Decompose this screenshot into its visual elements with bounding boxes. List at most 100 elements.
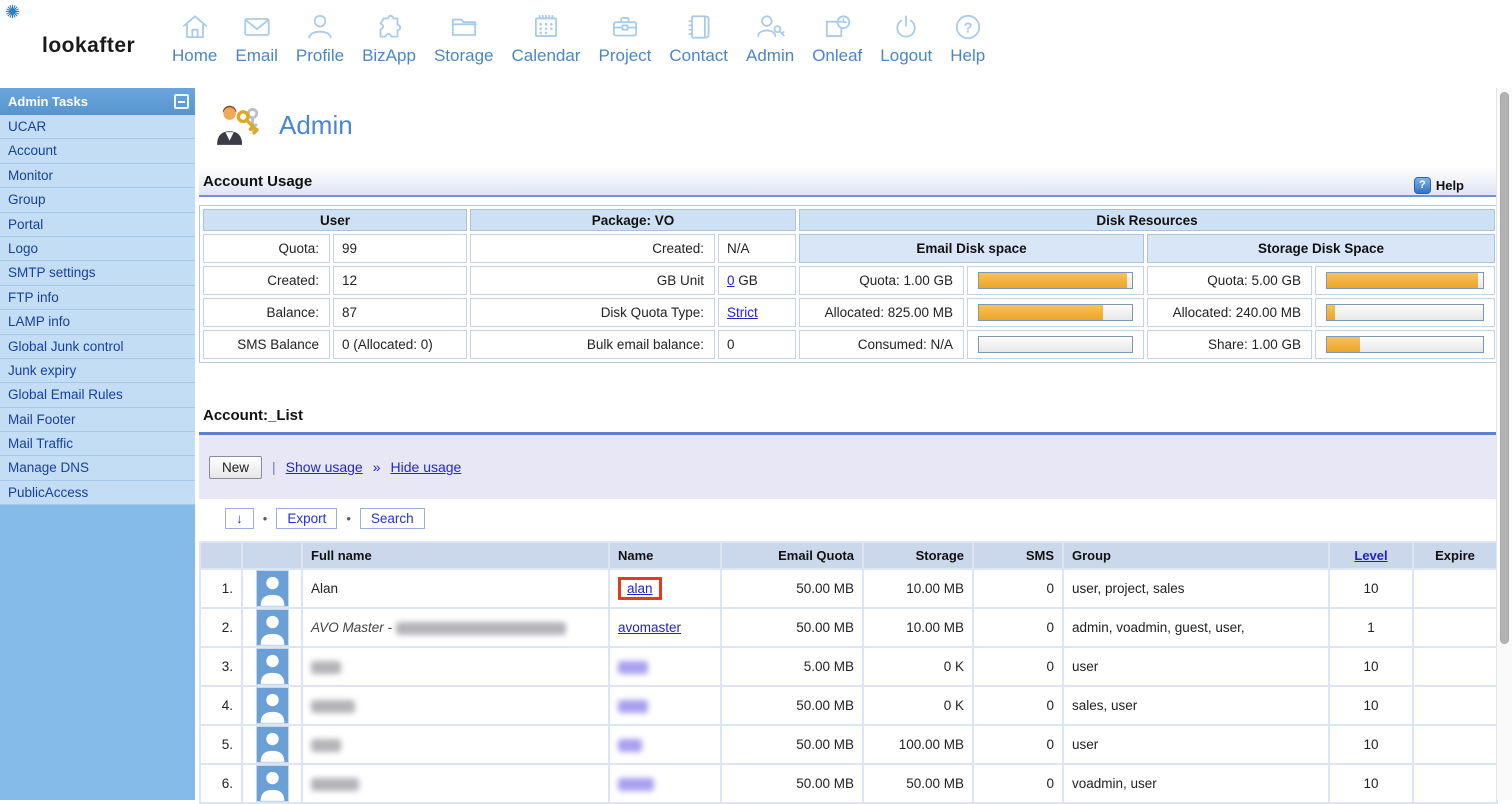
help-link[interactable]: ? Help — [1413, 172, 1464, 199]
nav-item-bizapp[interactable]: BizApp — [353, 11, 425, 66]
expire-cell — [1414, 687, 1496, 724]
account-name-link[interactable]: alan — [627, 581, 653, 596]
scrollbar-thumb[interactable] — [1500, 92, 1509, 644]
name-cell — [610, 765, 720, 802]
full-name-cell: Alan — [303, 570, 608, 607]
nav-label: Project — [598, 46, 652, 65]
disk-quota-type-link[interactable]: Strict — [727, 305, 758, 320]
redacted-link[interactable] — [618, 738, 642, 752]
export-button[interactable]: Export — [276, 508, 338, 529]
sidebar-title: Admin Tasks — [8, 94, 88, 109]
full-name-cell: AVO Master - — [303, 609, 608, 646]
nav-item-calendar[interactable]: Calendar — [502, 11, 589, 66]
hide-usage-link[interactable]: Hide usage — [391, 459, 462, 475]
nav-item-home[interactable]: Home — [163, 11, 226, 66]
collapse-icon[interactable] — [174, 94, 189, 109]
nav-label: Contact — [669, 46, 728, 65]
redacted-text — [311, 777, 359, 791]
sidebar-item-portal[interactable]: Portal — [0, 212, 195, 237]
vertical-scrollbar[interactable] — [1496, 88, 1512, 800]
sidebar-item-logo[interactable]: Logo — [0, 236, 195, 262]
expire-cell — [1414, 609, 1496, 646]
nav-label: Home — [172, 46, 218, 65]
email-allocated-bar — [967, 298, 1145, 327]
sms-cell: 0 — [974, 765, 1062, 802]
nav-item-storage[interactable]: Storage — [425, 11, 503, 66]
sort-button[interactable]: ↓ — [225, 508, 254, 529]
sidebar-item-junk-expiry[interactable]: Junk expiry — [0, 358, 195, 384]
nav-item-help[interactable]: ? Help — [941, 11, 994, 66]
search-button[interactable]: Search — [359, 508, 425, 529]
name-cell — [610, 726, 720, 763]
user-group-header: User — [203, 209, 467, 231]
nav-item-contact[interactable]: Contact — [660, 11, 737, 66]
expire-cell — [1414, 570, 1496, 607]
main-content: Admin Account Usage ? Help User Package:… — [195, 88, 1500, 804]
name-cell — [610, 648, 720, 685]
table-header-row: Full name Name Email Quota Storage SMS G… — [201, 543, 1496, 568]
sidebar-item-global-email-rules[interactable]: Global Email Rules — [0, 383, 195, 408]
sidebar-item-global-junk-control[interactable]: Global Junk control — [0, 334, 195, 359]
sidebar-item-smtp-settings[interactable]: SMTP settings — [0, 261, 195, 286]
nav-item-profile[interactable]: Profile — [287, 11, 353, 66]
nav-item-logout[interactable]: Logout — [871, 11, 941, 66]
gb-unit-link[interactable]: 0 — [727, 273, 735, 288]
sidebar-item-account[interactable]: Account — [0, 139, 195, 164]
storage-quota-bar — [1315, 266, 1496, 295]
email-quota-cell: 5.00 MB — [722, 648, 862, 685]
email-quota-label: Quota: 1.00 GB — [799, 266, 965, 295]
redacted-link[interactable] — [618, 660, 648, 674]
table-row: 1. Alan alan 50.00 MB 10.00 MB 0 user, p… — [201, 570, 1496, 607]
sidebar-item-group[interactable]: Group — [0, 188, 195, 213]
avatar — [255, 570, 289, 607]
question-icon: ? — [1413, 177, 1431, 194]
storage-disk-header: Storage Disk Space — [1147, 234, 1496, 263]
nav-label: BizApp — [362, 46, 416, 65]
sidebar-item-ftp-info[interactable]: FTP info — [0, 285, 195, 311]
email-quota-bar — [967, 266, 1145, 295]
col-level: Level — [1330, 543, 1412, 568]
redacted-link[interactable] — [618, 699, 648, 713]
sidebar-item-ucar[interactable]: UCAR — [0, 115, 195, 140]
sidebar-item-mail-footer[interactable]: Mail Footer — [0, 407, 195, 433]
group-cell: user — [1064, 648, 1328, 685]
show-usage-link[interactable]: Show usage — [286, 459, 363, 475]
admin-tasks-sidebar: Admin Tasks UCAR Account Monitor Group P… — [0, 88, 195, 800]
list-toolbar: New | Show usage » Hide usage — [199, 435, 1496, 499]
col-index — [201, 543, 241, 568]
avatar-cell — [243, 648, 301, 685]
page-title: Admin — [279, 109, 353, 140]
storage-cell: 50.00 MB — [864, 765, 972, 802]
redacted-link[interactable] — [618, 777, 654, 791]
col-storage: Storage — [864, 543, 972, 568]
profile-icon — [308, 14, 332, 39]
nav-item-project[interactable]: Project — [589, 11, 660, 66]
sms-cell: 0 — [974, 687, 1062, 724]
email-allocated-label: Allocated: 825.00 MB — [799, 298, 965, 327]
sidebar-item-monitor[interactable]: Monitor — [0, 163, 195, 189]
sidebar-item-publicaccess[interactable]: PublicAccess — [0, 480, 195, 506]
redacted-text — [395, 621, 566, 635]
nav-item-admin[interactable]: Admin — [737, 11, 803, 66]
onleaf-icon — [826, 15, 851, 37]
sidebar-item-mail-traffic[interactable]: Mail Traffic — [0, 432, 195, 457]
level-sort-link[interactable]: Level — [1354, 548, 1387, 563]
nav-item-email[interactable]: Email — [226, 11, 287, 66]
storage-quota-label: Quota: 5.00 GB — [1147, 266, 1313, 295]
name-cell — [610, 687, 720, 724]
progress-fill — [1327, 273, 1479, 288]
gb-unit-label: GB Unit — [470, 266, 715, 295]
storage-icon — [451, 18, 477, 36]
new-button[interactable]: New — [209, 455, 263, 479]
storage-cell: 10.00 MB — [864, 609, 972, 646]
nav-label: Onleaf — [812, 46, 863, 65]
level-cell: 10 — [1330, 726, 1412, 763]
account-name-link[interactable]: avomaster — [618, 620, 681, 635]
admin-user-key-icon — [217, 105, 259, 145]
nav-item-onleaf[interactable]: Onleaf — [803, 11, 871, 66]
sidebar-item-manage-dns[interactable]: Manage DNS — [0, 456, 195, 481]
sidebar-item-lamp-info[interactable]: LAMP info — [0, 310, 195, 335]
level-cell: 10 — [1330, 765, 1412, 802]
level-cell: 10 — [1330, 648, 1412, 685]
account-usage-table: User Package: VO Disk Resources Quota: 9… — [199, 205, 1500, 363]
